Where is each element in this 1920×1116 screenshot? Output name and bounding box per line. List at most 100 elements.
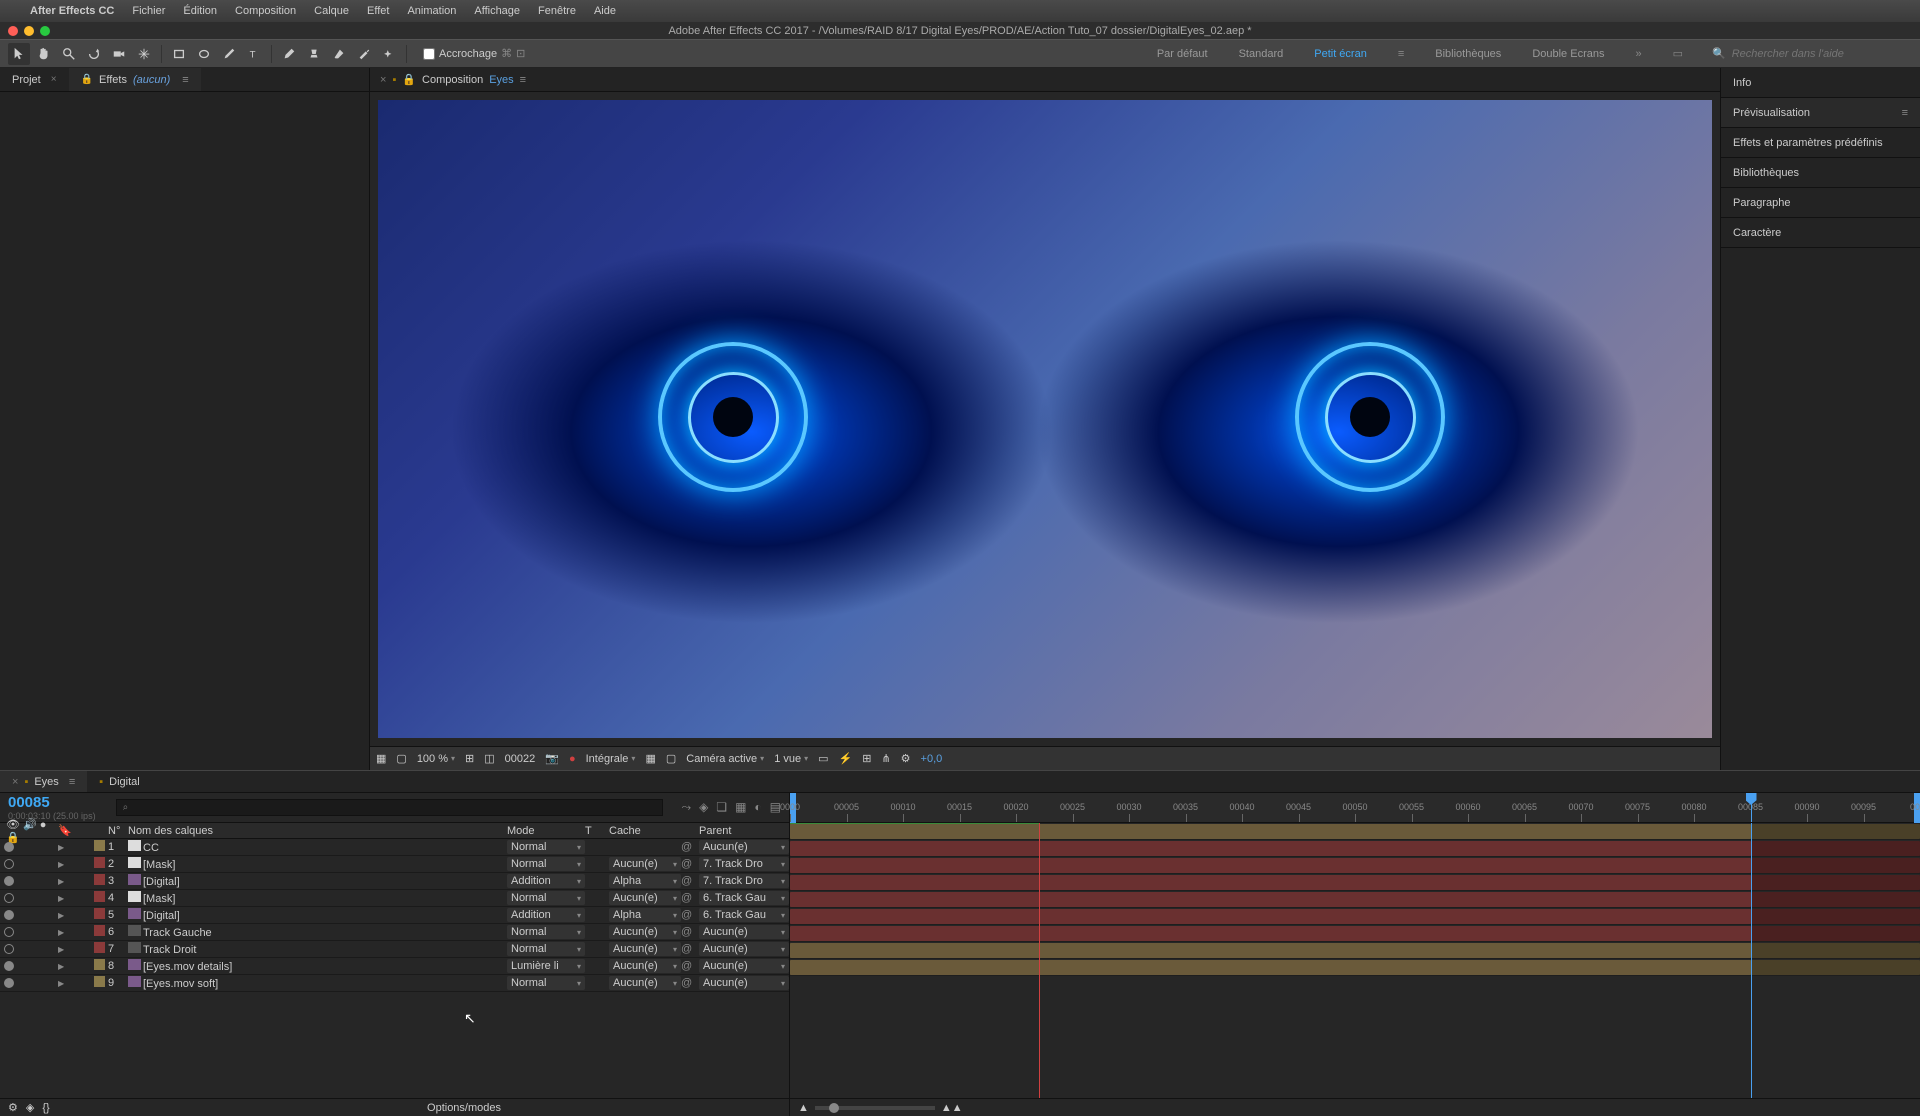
- panel-menu-icon[interactable]: ≡: [182, 74, 188, 86]
- zoom-out-icon[interactable]: ▲: [798, 1102, 809, 1114]
- effects-presets-panel-header[interactable]: Effets et paramètres prédéfinis: [1721, 128, 1920, 158]
- close-icon[interactable]: ×: [51, 74, 57, 85]
- fast-preview-icon[interactable]: ⚡: [839, 752, 853, 765]
- parent-pickwhip-icon[interactable]: @: [681, 841, 692, 853]
- layer-row[interactable]: ▶ 2 [Mask] Normal▾ Aucun(e)▾ @ 7. Track …: [0, 856, 789, 873]
- toggle-switches2-icon[interactable]: ◈: [26, 1101, 34, 1114]
- twirl-icon[interactable]: ▶: [58, 911, 64, 920]
- blend-mode-dropdown[interactable]: Addition▾: [507, 908, 585, 922]
- twirl-icon[interactable]: ▶: [58, 843, 64, 852]
- layer-row[interactable]: ▶ 3 [Digital] Addition▾ Alpha▾ @ 7. Trac…: [0, 873, 789, 890]
- workspace-menu-icon[interactable]: ≡: [1384, 48, 1418, 60]
- menu-composition[interactable]: Composition: [235, 5, 296, 17]
- layer-bar-active[interactable]: [790, 926, 1751, 941]
- draft-3d-icon[interactable]: ◈: [699, 800, 708, 815]
- layer-row[interactable]: ▶ 4 [Mask] Normal▾ Aucun(e)▾ @ 6. Track …: [0, 890, 789, 907]
- layer-bar-active[interactable]: [790, 841, 1751, 856]
- parent-dropdown[interactable]: 7. Track Dro▾: [699, 874, 789, 888]
- track-matte-dropdown[interactable]: Aucun(e)▾: [609, 976, 681, 990]
- parent-dropdown[interactable]: 7. Track Dro▾: [699, 857, 789, 871]
- twirl-icon[interactable]: ▶: [58, 877, 64, 886]
- layer-bar-active[interactable]: [790, 875, 1751, 890]
- close-icon[interactable]: ×: [380, 74, 386, 86]
- layer-bar-active[interactable]: [790, 943, 1751, 958]
- parent-pickwhip-icon[interactable]: @: [681, 892, 692, 904]
- twirl-icon[interactable]: ▶: [58, 894, 64, 903]
- grid-icon[interactable]: ▦: [645, 752, 655, 765]
- paragraph-panel-header[interactable]: Paragraphe: [1721, 188, 1920, 218]
- snapping-toggle[interactable]: Accrochage ⌘ ⊡: [423, 47, 525, 60]
- parent-pickwhip-icon[interactable]: @: [681, 960, 692, 972]
- workspace-default[interactable]: Par défaut: [1143, 48, 1222, 60]
- layer-bar-active[interactable]: [790, 824, 1751, 839]
- track-matte-dropdown[interactable]: Alpha▾: [609, 874, 681, 888]
- zoom-tool[interactable]: [58, 43, 80, 65]
- layer-name[interactable]: CC: [143, 842, 159, 854]
- workspace-panel-icon[interactable]: ▭: [1659, 47, 1697, 60]
- guides-icon[interactable]: ▢: [666, 752, 676, 765]
- resolution-icon[interactable]: ⊞: [465, 752, 474, 765]
- panel-menu-icon[interactable]: ≡: [520, 74, 526, 86]
- parent-pickwhip-icon[interactable]: @: [681, 926, 692, 938]
- channel-icon[interactable]: ●: [569, 753, 576, 765]
- current-timecode[interactable]: 00085: [8, 794, 96, 811]
- menu-edition[interactable]: Édition: [183, 5, 217, 17]
- layer-name[interactable]: [Mask]: [143, 859, 175, 871]
- parent-pickwhip-icon[interactable]: @: [681, 977, 692, 989]
- exposure-value[interactable]: +0,0: [921, 753, 943, 765]
- parent-dropdown[interactable]: Aucun(e)▾: [699, 959, 789, 973]
- time-ruler[interactable]: 0000000050001000015000200002500030000350…: [790, 793, 1920, 823]
- layer-row[interactable]: ▶ 9 [Eyes.mov soft] Normal▾ Aucun(e)▾ @ …: [0, 975, 789, 992]
- resolution-dropdown[interactable]: Intégrale▾: [586, 753, 636, 765]
- project-tab[interactable]: Projet×: [0, 68, 69, 91]
- visibility-toggle[interactable]: [4, 910, 14, 920]
- toggle-switches-icon[interactable]: ⚙: [8, 1101, 18, 1114]
- help-search-input[interactable]: [1732, 48, 1892, 60]
- track-matte-dropdown[interactable]: Alpha▾: [609, 908, 681, 922]
- workspace-standard[interactable]: Standard: [1225, 48, 1298, 60]
- layer-row[interactable]: ▶ 5 [Digital] Addition▾ Alpha▾ @ 6. Trac…: [0, 907, 789, 924]
- flowchart-icon[interactable]: ⋔: [881, 752, 890, 765]
- visibility-toggle[interactable]: [4, 927, 14, 937]
- blend-mode-dropdown[interactable]: Normal▾: [507, 857, 585, 871]
- rectangle-tool[interactable]: [168, 43, 190, 65]
- parent-dropdown[interactable]: Aucun(e)▾: [699, 942, 789, 956]
- timeline-track-area[interactable]: 0000000050001000015000200002500030000350…: [790, 793, 1920, 1116]
- snap-option-icon[interactable]: ⌘: [501, 47, 512, 60]
- zoom-in-icon[interactable]: ▲▲: [941, 1102, 963, 1114]
- options-modes-button[interactable]: Options/modes: [427, 1102, 501, 1114]
- layer-row[interactable]: ▶ 8 [Eyes.mov details] Lumière li▾ Aucun…: [0, 958, 789, 975]
- brush-tool[interactable]: [278, 43, 300, 65]
- puppet-tool[interactable]: [378, 43, 400, 65]
- cti-red-marker[interactable]: [1039, 823, 1040, 1098]
- character-panel-header[interactable]: Caractère: [1721, 218, 1920, 248]
- workspace-petit-ecran[interactable]: Petit écran: [1300, 48, 1381, 60]
- visibility-toggle[interactable]: [4, 842, 14, 852]
- twirl-icon[interactable]: ▶: [58, 860, 64, 869]
- layer-name[interactable]: Track Droit: [143, 944, 196, 956]
- label-color[interactable]: [94, 840, 105, 851]
- panel-menu-icon[interactable]: ≡: [69, 776, 75, 788]
- comp-mini-flowchart-icon[interactable]: ⤳: [681, 800, 691, 815]
- menu-fenetre[interactable]: Fenêtre: [538, 5, 576, 17]
- pixel-aspect-icon[interactable]: ▭: [818, 752, 828, 765]
- frame-blend-icon[interactable]: ▦: [735, 800, 746, 815]
- parent-pickwhip-icon[interactable]: @: [681, 875, 692, 887]
- current-frame[interactable]: 00022: [505, 753, 536, 765]
- label-color[interactable]: [94, 908, 105, 919]
- parent-dropdown[interactable]: Aucun(e)▾: [699, 925, 789, 939]
- timeline-icon[interactable]: ⊞: [862, 752, 871, 765]
- clone-stamp-tool[interactable]: [303, 43, 325, 65]
- timeline-tab-digital[interactable]: ▪Digital: [87, 771, 151, 792]
- layer-name[interactable]: [Digital]: [143, 876, 180, 888]
- type-tool[interactable]: T: [243, 43, 265, 65]
- twirl-icon[interactable]: ▶: [58, 962, 64, 971]
- playhead[interactable]: [1751, 793, 1752, 822]
- twirl-icon[interactable]: ▶: [58, 945, 64, 954]
- blend-mode-dropdown[interactable]: Normal▾: [507, 891, 585, 905]
- selection-tool[interactable]: [8, 43, 30, 65]
- menu-effet[interactable]: Effet: [367, 5, 389, 17]
- blend-mode-dropdown[interactable]: Normal▾: [507, 942, 585, 956]
- visibility-toggle[interactable]: [4, 893, 14, 903]
- roi-icon[interactable]: ◫: [484, 752, 494, 765]
